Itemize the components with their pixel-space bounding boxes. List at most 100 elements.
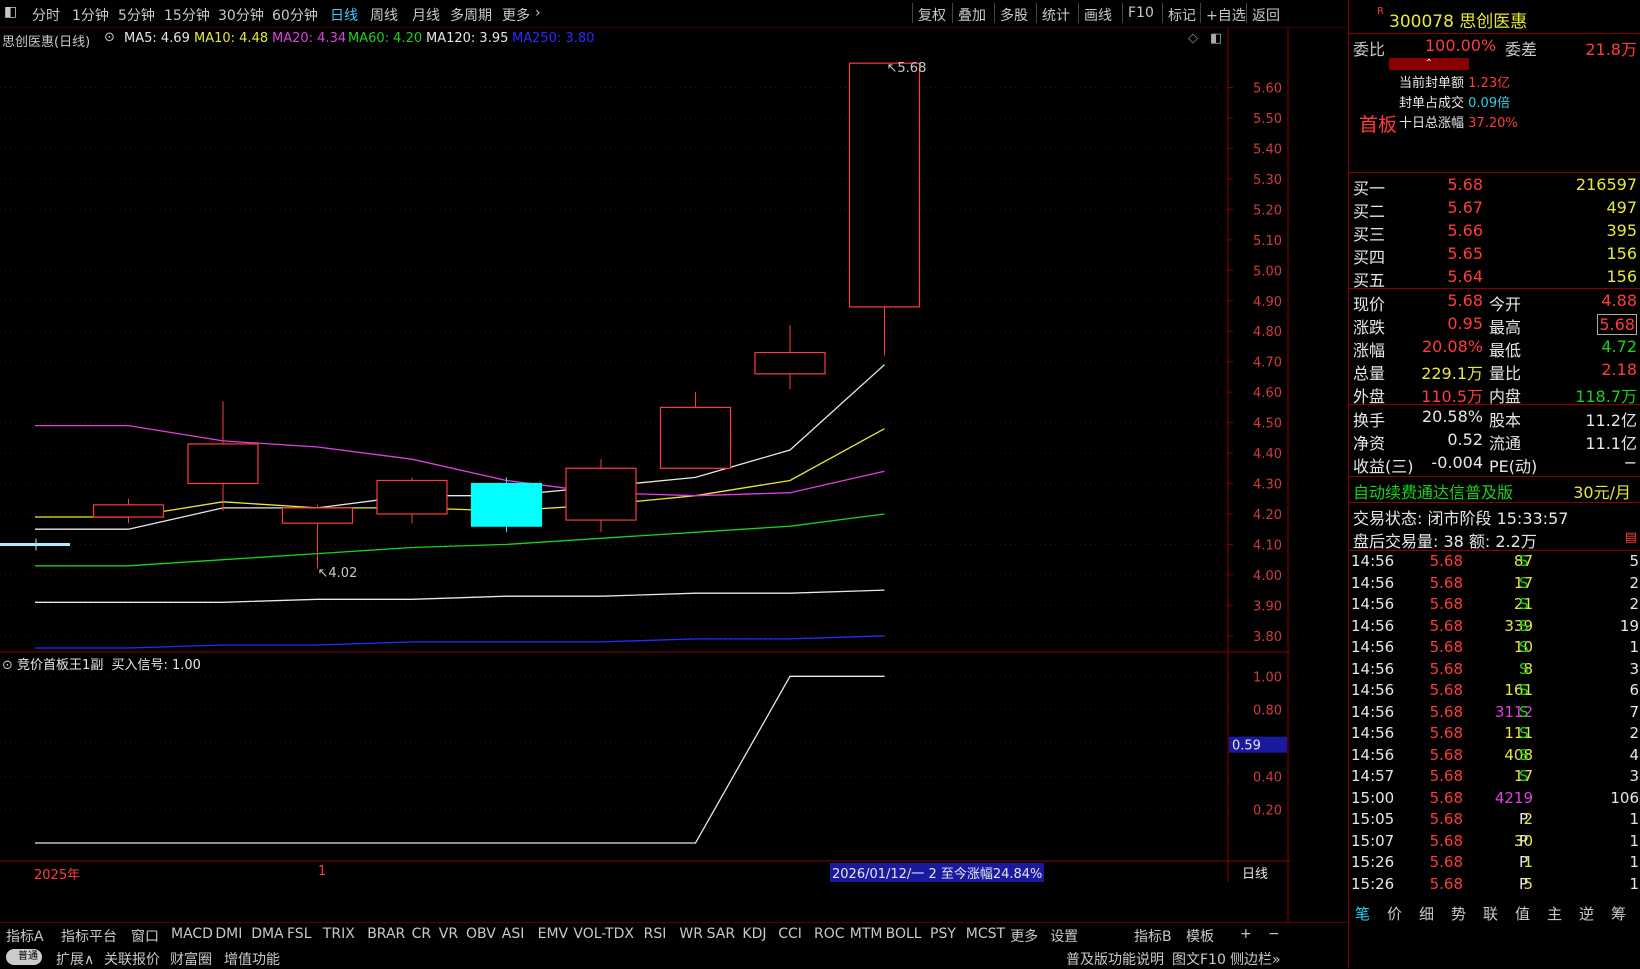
indicator-tab-18[interactable]: KDJ <box>742 926 766 942</box>
indicator-tab-22[interactable]: BOLL <box>886 926 922 942</box>
tick-row: 14:56 5.68 111 S 2 <box>1351 724 1639 742</box>
y-tick-label: 5.50 <box>1253 112 1282 127</box>
panel-tab-1[interactable]: 价 <box>1387 903 1402 924</box>
seal-info: 当前封单额 1.23亿 封单占成交 0.09倍 十日总涨幅 37.20% <box>1399 76 1518 131</box>
value-added-button[interactable]: 增值功能 <box>224 949 280 969</box>
sub-y-tick-label: 1.00 <box>1253 670 1282 685</box>
tick-row: 15:05 5.68 2 P 1 <box>1351 810 1639 828</box>
panel-tab-4[interactable]: 联 <box>1483 903 1498 924</box>
weibi-value: 100.00% <box>1425 36 1497 55</box>
indicator-tab-bar: 指标A 指标平台 窗口 MACD DMI DMA FSL TRIX BRAR CR VR OBV ASI… <box>0 922 1347 946</box>
calendar-icon[interactable]: ▤ <box>1625 530 1637 545</box>
indicator-tab-2[interactable]: 窗口 <box>131 926 159 946</box>
low-price-annotation: ↖4.02 <box>318 566 358 581</box>
tick-row: 14:56 5.68 21 S 2 <box>1351 595 1639 613</box>
indicator-tab-1[interactable]: 指标平台 <box>61 926 117 946</box>
related-quote-button[interactable]: 关联报价 <box>104 949 160 969</box>
tick-row: 14:56 5.68 10 S 1 <box>1351 638 1639 656</box>
indicator-tab-3[interactable]: MACD <box>171 926 213 942</box>
indicator-tab-16[interactable]: WR <box>679 926 703 942</box>
wealth-circle-button[interactable]: 财富圈 <box>170 949 212 969</box>
y-tick-label: 3.80 <box>1253 630 1282 645</box>
indicator-tab-0[interactable]: 指标A <box>6 926 44 946</box>
candle <box>92 504 165 518</box>
tick-row: 14:56 5.68 161 S 6 <box>1351 681 1639 699</box>
sidebar-toggle[interactable]: 侧边栏» <box>1230 949 1281 969</box>
indicator-tab-24[interactable]: MCST <box>966 926 1005 942</box>
quote-panel: R 300078 思创医惠 委比 100.00% 委差 21.8万 ⌃ 当前封单… <box>1348 0 1640 968</box>
indicator-tab-10[interactable]: VR <box>439 926 458 942</box>
indicator-tab-5[interactable]: DMA <box>251 926 283 942</box>
y-tick-label: 4.00 <box>1253 569 1282 584</box>
panel-tab-3[interactable]: 势 <box>1451 903 1466 924</box>
indicator-tab-11[interactable]: OBV <box>466 926 496 942</box>
indicator-tab-8[interactable]: BRAR <box>367 926 405 942</box>
candle <box>187 443 259 485</box>
candle <box>470 482 543 527</box>
y-tick-label: 5.10 <box>1253 234 1282 249</box>
indicator-tab-25[interactable]: 更多 <box>1010 926 1038 946</box>
indicator-tab-20[interactable]: ROC <box>814 926 845 942</box>
quote-row: 涨跌 0.95 最高 5.68 <box>1353 314 1637 337</box>
x-axis-month: 1 <box>318 864 327 879</box>
panel-tab-2[interactable]: 细 <box>1419 903 1434 924</box>
tick-row: 14:56 5.68 8 S 3 <box>1351 659 1639 678</box>
y-tick-label: 5.20 <box>1253 203 1282 218</box>
candle <box>281 507 354 524</box>
indicator-tab-13[interactable]: EMV <box>538 926 569 942</box>
sub-legend: ⊙ 竞价首板王1副 买入信号: 1.00 <box>2 654 201 673</box>
indicator-right-1[interactable]: 模板 <box>1186 926 1214 946</box>
expand-button[interactable]: 扩展∧ <box>56 949 94 969</box>
y-tick-label: 4.20 <box>1253 508 1282 523</box>
tick-row: 15:00 5.68 4219 106 <box>1351 788 1639 807</box>
panel-tab-0[interactable]: 笔 <box>1355 903 1370 924</box>
collapse-caret[interactable]: ⌃ <box>1389 58 1469 70</box>
ma-line-ma250 <box>35 635 885 649</box>
y-tick-label: 4.10 <box>1253 538 1282 553</box>
y-tick-label: 5.30 <box>1253 173 1282 188</box>
sub-legend-toggle-icon[interactable]: ⊙ <box>2 658 13 673</box>
indicator-tab-19[interactable]: CCI <box>778 926 802 942</box>
indicator-tab-6[interactable]: FSL <box>287 926 312 942</box>
sub-y-tick-label: 0.20 <box>1253 804 1282 819</box>
range-gain-box: 2026/01/12/一 2 至今涨幅24.84% <box>830 863 1045 882</box>
indicator-right-0[interactable]: 指标B <box>1134 926 1172 946</box>
panel-tab-6[interactable]: 主 <box>1547 903 1562 924</box>
ma-line-ma120 <box>35 589 885 603</box>
panel-tab-7[interactable]: 逆 <box>1579 903 1594 924</box>
quote-row: 外盘 110.5万 内盘 118.7万 <box>1353 387 1637 406</box>
indicator-right-3[interactable]: − <box>1268 926 1280 942</box>
mode-toggle[interactable]: 普通 <box>6 949 42 965</box>
y-tick-label: 4.50 <box>1253 417 1282 432</box>
indicator-tab-15[interactable]: RSI <box>644 926 667 942</box>
indicator-tab-7[interactable]: TRIX <box>323 926 355 942</box>
cursor-value-label: 0.59 <box>1232 739 1261 754</box>
panel-tab-8[interactable]: 筹 <box>1611 903 1626 924</box>
y-tick-label: 5.40 <box>1253 142 1282 157</box>
f10-link[interactable]: 图文F10 <box>1172 949 1226 969</box>
tick-row: 14:56 5.68 17 S 2 <box>1351 573 1639 592</box>
y-tick-label: 4.60 <box>1253 386 1282 401</box>
indicator-tab-17[interactable]: SAR <box>707 926 735 942</box>
tick-row: 14:56 5.68 87 S 5 <box>1351 552 1639 570</box>
candle <box>754 351 826 375</box>
indicator-tab-14[interactable]: VOL-TDX <box>573 926 634 942</box>
ad-banner[interactable]: 自动续费通达信普及版 30元/月 <box>1349 478 1640 502</box>
tick-row: 14:57 5.68 17 S 3 <box>1351 767 1639 785</box>
indicator-tab-23[interactable]: PSY <box>930 926 956 942</box>
indicator-tab-9[interactable]: CR <box>412 926 432 942</box>
bid-row: 买二 5.67 497 <box>1353 198 1637 221</box>
notice-link[interactable]: 普及版功能说明 <box>1066 949 1164 969</box>
stock-code-name: 300078 思创医惠 <box>1389 12 1528 32</box>
panel-tab-5[interactable]: 值 <box>1515 903 1530 924</box>
weicha-value: 21.8万 <box>1585 40 1637 59</box>
bid-row: 买四 5.65 156 <box>1353 244 1637 267</box>
quote-row: 现价 5.68 今开 4.88 <box>1353 291 1637 314</box>
indicator-tab-21[interactable]: MTM <box>850 926 883 942</box>
indicator-tab-4[interactable]: DMI <box>215 926 242 942</box>
chart-canvas[interactable]: 5.60 5.50 5.40 5.30 5.20 5.10 5.00 4.90 4.80 4.70… <box>0 0 1347 922</box>
sub-indicator-title: 竞价首板王1副 <box>17 658 104 673</box>
indicator-right-2[interactable]: + <box>1240 926 1252 942</box>
indicator-tab-26[interactable]: 设置 <box>1050 926 1078 946</box>
indicator-tab-12[interactable]: ASI <box>502 926 525 942</box>
